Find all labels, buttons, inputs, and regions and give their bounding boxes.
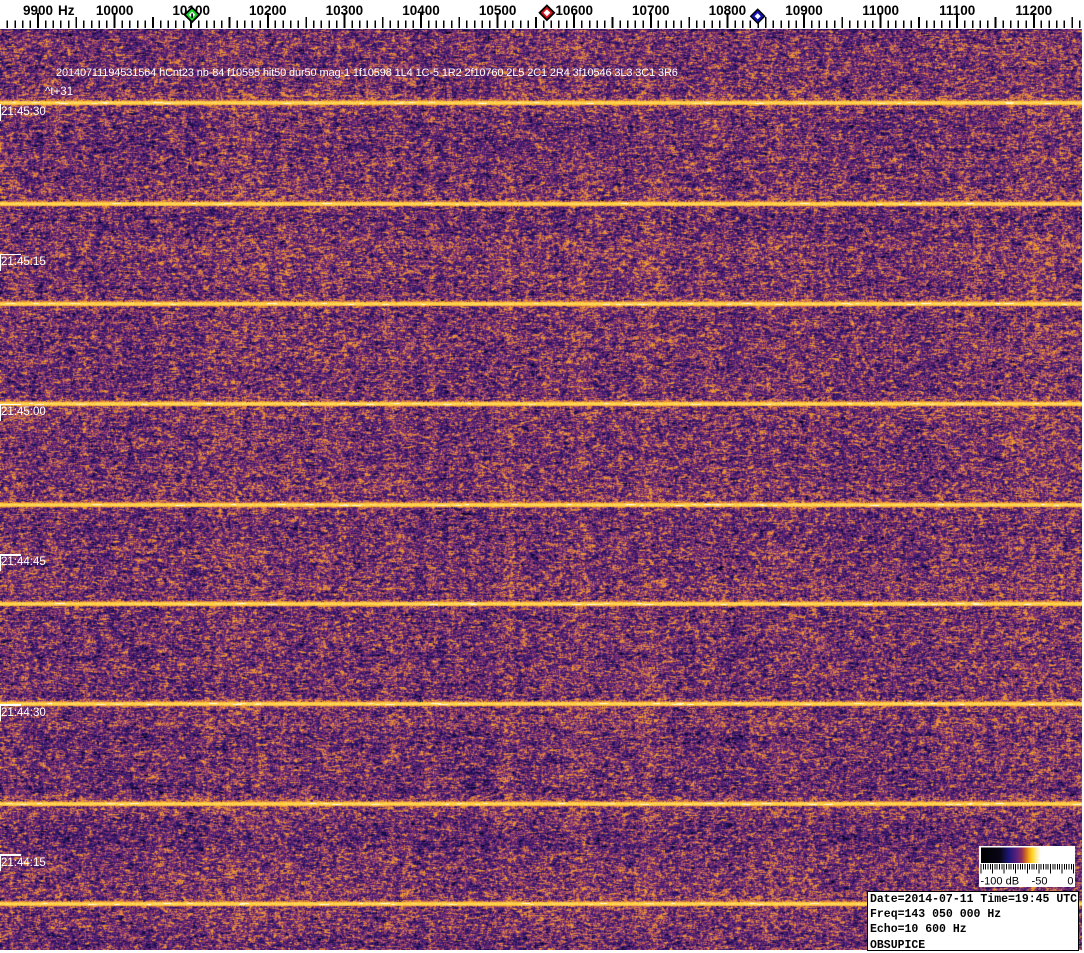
svg-text:10000: 10000	[96, 3, 134, 18]
svg-text:10200: 10200	[249, 3, 287, 18]
svg-text:10600: 10600	[555, 3, 593, 18]
svg-text:10400: 10400	[402, 3, 440, 18]
svg-text:10700: 10700	[632, 3, 670, 18]
svg-text:11000: 11000	[862, 3, 899, 18]
svg-text:10500: 10500	[479, 3, 517, 18]
svg-text:10900: 10900	[785, 3, 823, 18]
svg-text:11200: 11200	[1015, 3, 1052, 18]
svg-text:11100: 11100	[939, 3, 975, 18]
svg-text:Hz: Hz	[58, 3, 75, 18]
svg-text:-100 dB: -100 dB	[981, 876, 1020, 888]
svg-text:9900: 9900	[23, 3, 53, 18]
svg-text:0: 0	[1067, 876, 1073, 888]
svg-text:10800: 10800	[709, 3, 747, 18]
svg-text:-50: -50	[1032, 876, 1048, 888]
svg-text:10300: 10300	[326, 3, 364, 18]
